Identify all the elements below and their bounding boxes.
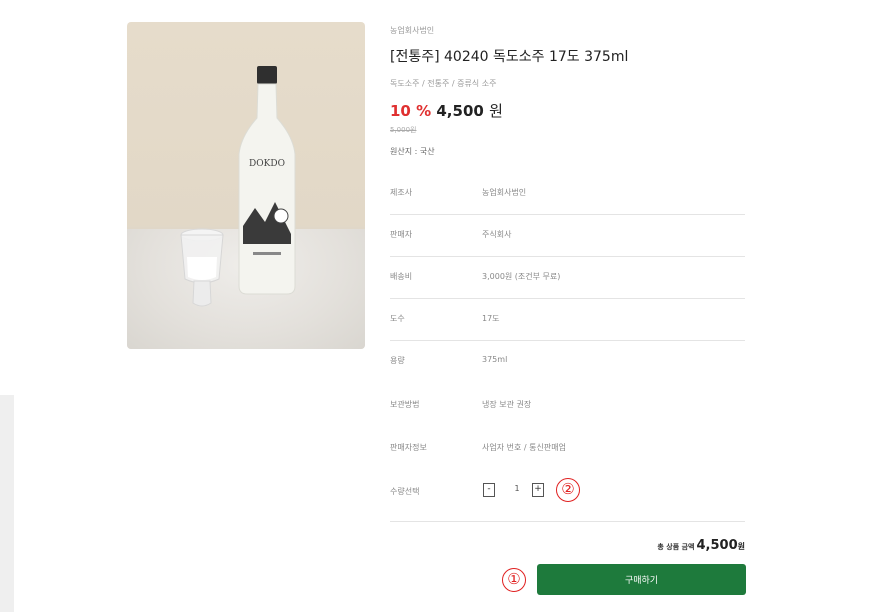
info-label: 판매자 [390, 230, 413, 239]
total-label: 총 상품 금액 [657, 543, 695, 551]
info-label: 배송비 [390, 272, 413, 281]
brand-name: 농업회사법인 [390, 26, 435, 35]
increase-quantity-button[interactable]: + [532, 483, 544, 497]
shot-glass-image [180, 228, 224, 307]
info-label: 용량 [390, 356, 405, 365]
info-row-abv: 도수 17도 [390, 299, 745, 341]
svg-text:DOKDO: DOKDO [249, 159, 285, 169]
info-value: 냉장 보관 권장 [482, 400, 532, 409]
info-value: 17도 [482, 314, 500, 323]
info-label: 제조사 [390, 188, 413, 197]
quantity-value: 1 [514, 484, 520, 493]
annotation-marker-1: ① [502, 568, 526, 592]
info-row-storage: 보관방법 냉장 보관 권장 [390, 385, 745, 427]
info-label: 판매자정보 [390, 443, 427, 452]
origin-info: 원산지 : 국산 [390, 147, 435, 156]
info-value: 주식회사 [482, 230, 512, 239]
total-amount: 4,500 [696, 538, 738, 553]
product-subtitle: 독도소주 / 전통주 / 증류식 소주 [390, 79, 497, 88]
price-row: 10 % 4,500 원 [390, 100, 503, 121]
quantity-label: 수량선택 [390, 487, 420, 496]
buy-button[interactable]: 구매하기 [537, 564, 746, 595]
product-image: DOKDO [127, 22, 365, 349]
left-panel-edge [0, 395, 14, 612]
info-row-volume: 용량 375ml [390, 341, 745, 383]
soju-bottle-image: DOKDO [238, 66, 296, 295]
info-value: 농업회사법인 [482, 188, 527, 197]
price-unit: 원 [489, 102, 503, 120]
info-label: 도수 [390, 314, 405, 323]
sale-price: 4,500 [436, 102, 484, 120]
annotation-marker-2: ② [556, 478, 580, 502]
info-row-manufacturer: 제조사 농업회사법인 [390, 173, 745, 215]
discount-rate: 10 % [390, 102, 432, 120]
decrease-quantity-button[interactable]: - [483, 483, 495, 497]
quantity-stepper: - 1 + [483, 483, 544, 497]
info-row-seller-info: 판매자정보 사업자 번호 / 통신판매업 [390, 428, 745, 470]
info-row-shipping: 배송비 3,000원 (조건부 무료) [390, 257, 745, 299]
info-row-seller: 판매자 주식회사 [390, 215, 745, 257]
total-price: 총 상품 금액 4,500원 [657, 538, 745, 553]
original-price: 5,000원 [390, 126, 417, 134]
total-unit: 원 [737, 542, 745, 551]
info-label: 보관방법 [390, 400, 420, 409]
info-value: 3,000원 (조건부 무료) [482, 272, 561, 281]
info-value: 375ml [482, 355, 508, 364]
product-title: [전통주] 40240 독도소주 17도 375ml [390, 49, 629, 65]
info-value: 사업자 번호 / 통신판매업 [482, 443, 566, 452]
